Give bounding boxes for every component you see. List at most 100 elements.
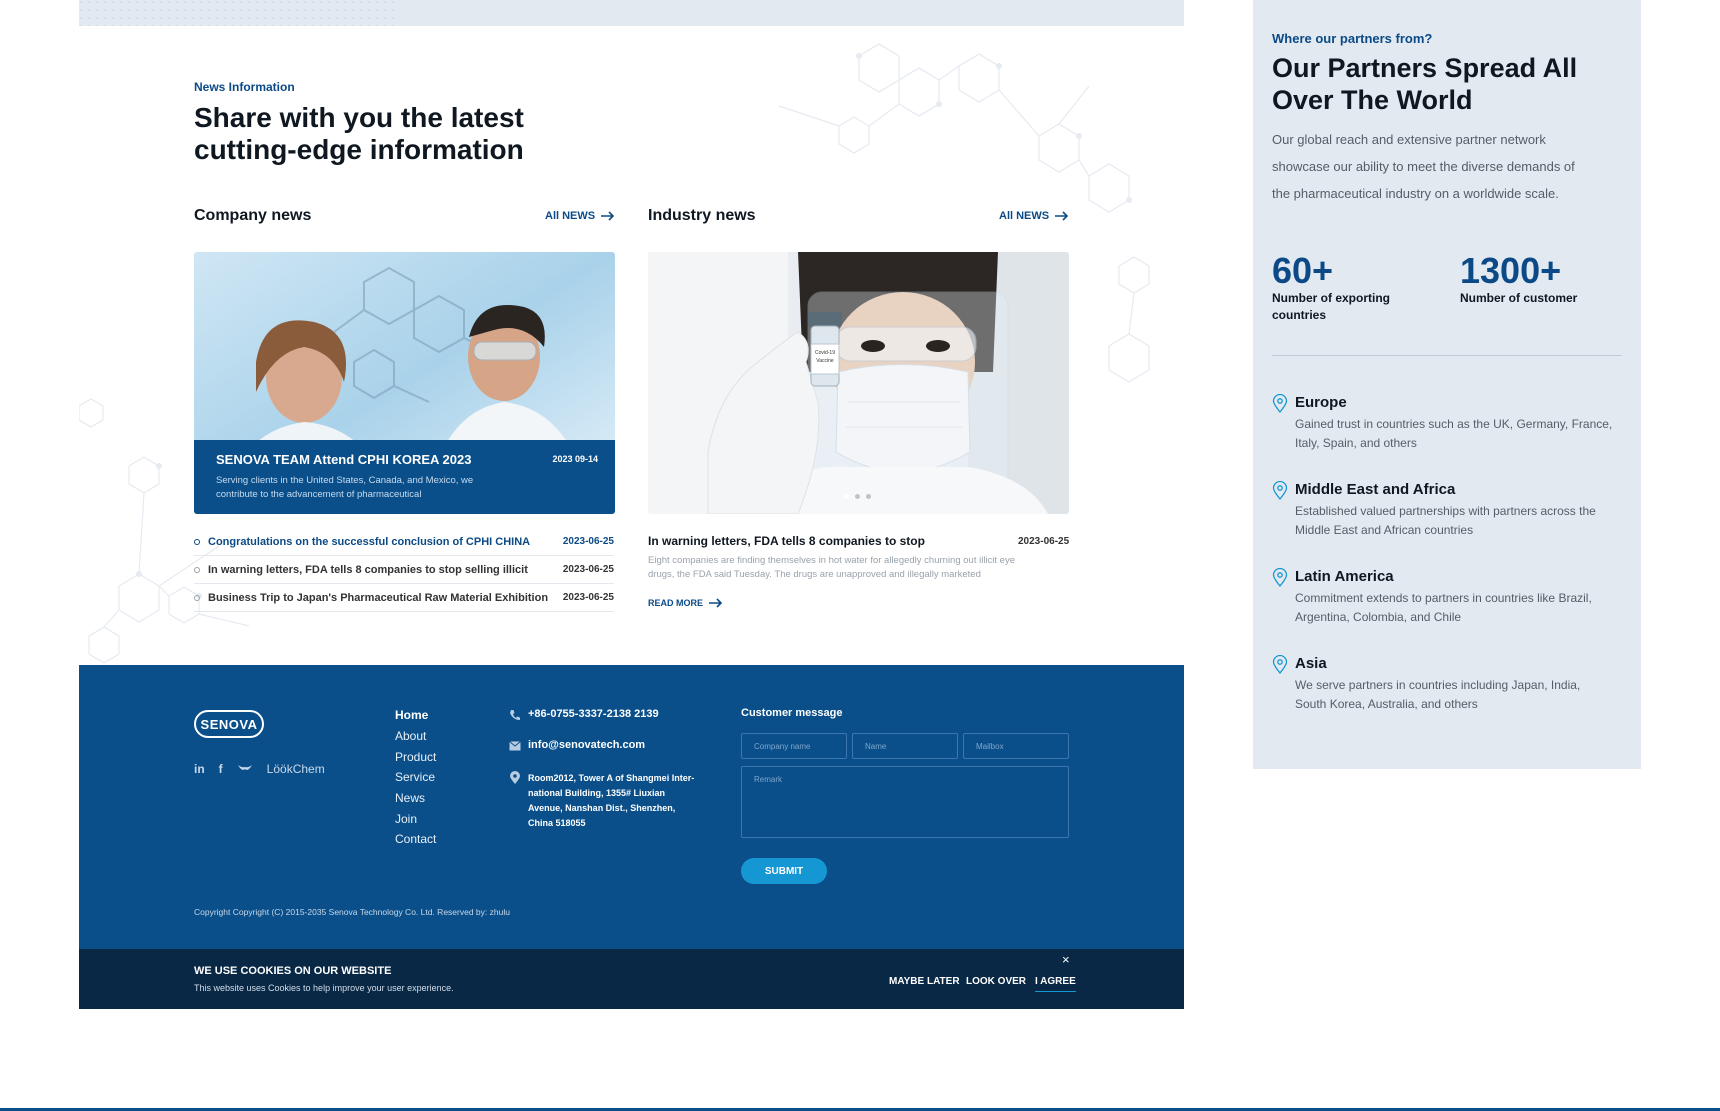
linkedin-icon[interactable]: in: [194, 762, 205, 776]
industry-desc-line1: Eight companies are finding themselves i…: [648, 555, 1016, 566]
bullet-icon: [194, 594, 200, 601]
i-agree-button[interactable]: I AGREE: [1035, 976, 1076, 992]
carousel-dot[interactable]: [866, 494, 871, 499]
news-item-date: 2023-06-25: [562, 536, 614, 547]
carousel-dots: [844, 494, 871, 499]
submit-button[interactable]: SUBMIT: [741, 858, 827, 884]
region-europe-name: Europe: [1295, 394, 1347, 411]
customer-message-title: Customer message: [741, 707, 843, 719]
stat-label-line: countries: [1272, 308, 1327, 322]
featured-desc: Serving clients in the United States, Ca…: [216, 474, 473, 502]
footer-phone[interactable]: +86-0755-3337-2138 2139: [528, 708, 659, 720]
lookchem-logo[interactable]: LöökChem: [267, 762, 325, 776]
region-desc-line: We serve partners in countries including…: [1295, 678, 1581, 692]
bird-icon[interactable]: [237, 763, 253, 775]
region-asia-name: Asia: [1295, 655, 1327, 672]
company-news-title: Company news: [194, 207, 312, 224]
footer-nav-product[interactable]: Product: [395, 750, 436, 764]
partners-desc-line: showcase our ability to meet the diverse…: [1272, 159, 1575, 174]
footer-nav-about[interactable]: About: [395, 729, 426, 743]
region-europe-desc: Gained trust in countries such as the UK…: [1295, 415, 1625, 453]
featured-headline: SENOVA TEAM Attend CPHI KOREA 2023: [216, 452, 472, 467]
maybe-later-button[interactable]: MAYBE LATER: [889, 976, 960, 987]
top-strip: [79, 0, 1184, 26]
address-line: Room2012, Tower A of Shangmei Inter-: [528, 773, 695, 783]
news-title-line2: cutting-edge information: [194, 134, 524, 165]
address-line: Avenue, Nanshan Dist., Shenzhen,: [528, 803, 676, 813]
cookie-close-icon[interactable]: ×: [1062, 952, 1070, 967]
company-name-input[interactable]: Company name: [741, 733, 847, 759]
partners-desc-line: the pharmaceutical industry on a worldwi…: [1272, 186, 1559, 201]
location-pin-icon: [1272, 394, 1288, 413]
partners-title-line1: Our Partners Spread All: [1272, 53, 1578, 83]
look-over-button[interactable]: LOOK OVER: [966, 976, 1026, 987]
facebook-icon[interactable]: f: [219, 762, 223, 776]
company-news-item[interactable]: Congratulations on the successful conclu…: [194, 528, 614, 556]
footer-nav-service[interactable]: Service: [395, 770, 435, 784]
arrow-right-icon: [709, 598, 723, 608]
footer-email[interactable]: info@senovatech.com: [528, 739, 645, 751]
news-item-title: In warning letters, FDA tells 8 companie…: [208, 563, 528, 576]
address-line: national Building, 1355# Liuxian: [528, 788, 666, 798]
carousel-dot-active[interactable]: [844, 494, 849, 499]
region-desc-line: Gained trust in countries such as the UK…: [1295, 417, 1613, 431]
stat-value-customers: 1300+: [1460, 250, 1562, 291]
region-latam-desc: Commitment extends to partners in countr…: [1295, 589, 1625, 627]
name-input[interactable]: Name: [852, 733, 958, 759]
cookie-banner: WE USE COOKIES ON OUR WEBSITE This websi…: [79, 949, 1184, 1009]
news-item-date: 2023-06-25: [562, 592, 614, 603]
location-pin-icon: [1272, 568, 1288, 587]
company-all-news-link[interactable]: All NEWS: [545, 210, 615, 222]
stat-value-countries: 60+: [1272, 250, 1334, 291]
read-more-link[interactable]: READ MORE: [648, 598, 723, 608]
region-mea-name: Middle East and Africa: [1295, 481, 1456, 498]
news-title-line1: Share with you the latest: [194, 102, 524, 133]
company-news-item[interactable]: In warning letters, FDA tells 8 companie…: [194, 556, 614, 584]
news-section: News Information Share with you the late…: [79, 26, 1184, 665]
mailbox-input[interactable]: Mailbox: [963, 733, 1069, 759]
footer-nav-home[interactable]: Home: [395, 708, 428, 722]
vial-label-line2: Vaccine: [816, 358, 834, 364]
mail-icon: [509, 741, 521, 751]
phone-icon: [510, 710, 520, 720]
all-news-label: All NEWS: [545, 210, 596, 222]
address-line: China 518055: [528, 818, 586, 828]
page: News Information Share with you the late…: [79, 0, 1184, 1009]
region-desc-line: Italy, Spain, and others: [1295, 436, 1417, 450]
location-pin-icon: [1272, 655, 1288, 674]
industry-desc: Eight companies are finding themselves i…: [648, 554, 1015, 582]
partners-desc-line: Our global reach and extensive partner n…: [1272, 132, 1546, 147]
news-eyebrow: News Information: [194, 80, 295, 94]
all-news-label: All NEWS: [999, 210, 1050, 222]
company-news-item[interactable]: Business Trip to Japan's Pharmaceutical …: [194, 584, 614, 612]
footer-nav-contact[interactable]: Contact: [395, 832, 436, 846]
vaccine-researcher-image: Covid-19 Vaccine: [648, 252, 1069, 514]
industry-featured-image[interactable]: Covid-19 Vaccine: [648, 252, 1069, 514]
news-item-date: 2023-06-25: [562, 564, 614, 575]
senova-logo[interactable]: SENOVA: [194, 710, 264, 738]
divider: [1272, 355, 1622, 356]
region-asia-desc: We serve partners in countries including…: [1295, 676, 1625, 714]
carousel-dot[interactable]: [855, 494, 860, 499]
dot-pattern: [79, 0, 399, 26]
arrow-right-icon: [601, 211, 615, 221]
region-desc-line: Established valued partnerships with par…: [1295, 504, 1596, 518]
cookie-title: WE USE COOKIES ON OUR WEBSITE: [194, 965, 392, 977]
stat-label-line: Number of exporting: [1272, 291, 1391, 305]
featured-caption: SENOVA TEAM Attend CPHI KOREA 2023 2023 …: [194, 440, 615, 514]
industry-desc-line2: drugs, the FDA said Tuesday. The drugs a…: [648, 569, 981, 580]
footer-nav-join[interactable]: Join: [395, 812, 417, 826]
remark-textarea[interactable]: Remark: [741, 766, 1069, 838]
industry-news-title: Industry news: [648, 207, 756, 224]
bullet-icon: [194, 538, 200, 545]
arrow-right-icon: [1055, 211, 1069, 221]
company-featured-card[interactable]: SENOVA TEAM Attend CPHI KOREA 2023 2023 …: [194, 252, 615, 514]
copyright-text: Copyright Copyright (C) 2015-2035 Senova…: [194, 907, 510, 917]
bullet-icon: [194, 566, 200, 573]
industry-all-news-link[interactable]: All NEWS: [999, 210, 1069, 222]
cookie-desc: This website uses Cookies to help improv…: [194, 983, 454, 993]
footer-nav-news[interactable]: News: [395, 791, 425, 805]
region-desc-line: South Korea, Australia, and others: [1295, 697, 1478, 711]
stat-label-customers: Number of customer: [1460, 291, 1578, 305]
industry-headline[interactable]: In warning letters, FDA tells 8 companie…: [648, 534, 925, 548]
